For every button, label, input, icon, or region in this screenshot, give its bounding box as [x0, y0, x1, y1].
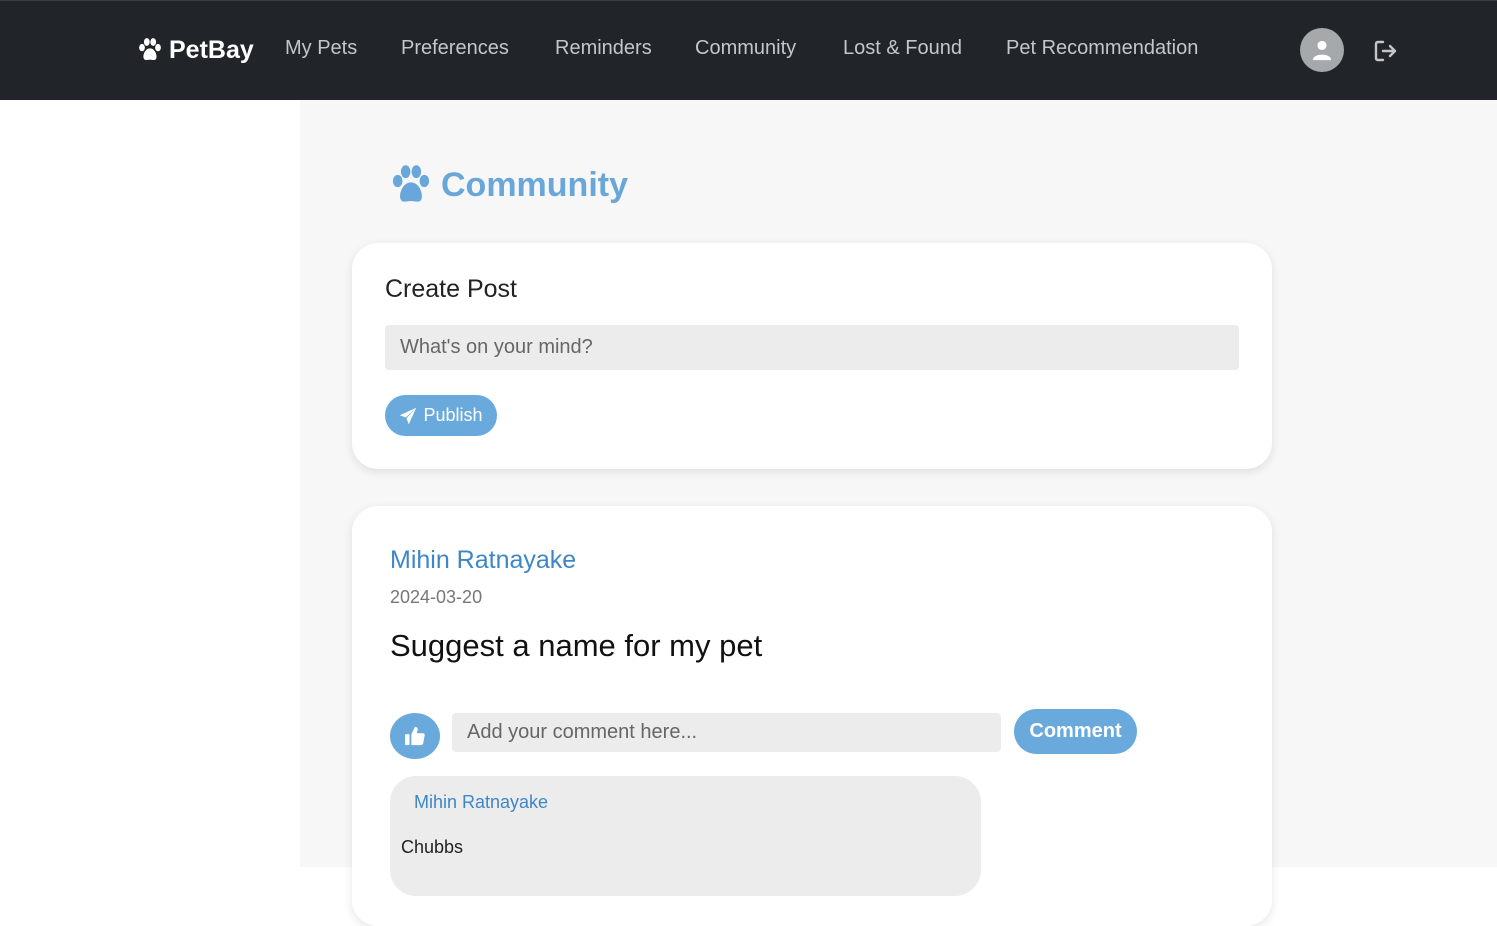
nav-my-pets[interactable]: My Pets [285, 37, 357, 60]
nav-preferences[interactable]: Preferences [401, 37, 509, 60]
comment-text: Chubbs [401, 837, 464, 857]
post-content: Suggest a name for my pet [390, 628, 763, 663]
nav-pet-recommendation[interactable]: Pet Recommendation [1006, 37, 1198, 60]
thumbs-up-icon [405, 726, 425, 746]
page-title: Community [389, 162, 628, 208]
nav-reminders[interactable]: Reminders [555, 37, 652, 60]
paw-icon [139, 38, 161, 60]
post-author[interactable]: Mihin Ratnayake [390, 546, 576, 575]
publish-label: Publish [423, 405, 483, 425]
logout-button[interactable] [1372, 37, 1400, 65]
brand-logo[interactable]: PetBay [137, 33, 254, 67]
publish-button[interactable]: Publish [385, 395, 497, 436]
nav-lost-and-found[interactable]: Lost & Found [843, 37, 962, 60]
like-button[interactable] [390, 713, 440, 759]
nav-community[interactable]: Community [695, 37, 796, 60]
profile-avatar[interactable] [1300, 28, 1344, 72]
brand-name: PetBay [169, 35, 254, 64]
create-post-card: Create Post Publish [352, 243, 1272, 469]
paw-icon [392, 165, 430, 202]
comment-item: Mihin Ratnayake Chubbs [390, 776, 981, 896]
top-navbar: PetBay My Pets Preferences Reminders Com… [0, 0, 1497, 100]
paper-plane-icon [400, 407, 417, 424]
post-date: 2024-03-20 [390, 587, 483, 607]
comment-input[interactable] [452, 713, 1001, 752]
page-title-text: Community [441, 165, 628, 204]
post-input[interactable] [385, 325, 1239, 370]
user-icon [1312, 40, 1332, 61]
post-card: Mihin Ratnayake 2024-03-20 Suggest a nam… [352, 506, 1272, 926]
comment-author[interactable]: Mihin Ratnayake [414, 792, 548, 813]
comment-button[interactable]: Comment [1014, 709, 1137, 754]
create-post-title: Create Post [385, 275, 518, 303]
sign-out-icon [1374, 40, 1397, 62]
